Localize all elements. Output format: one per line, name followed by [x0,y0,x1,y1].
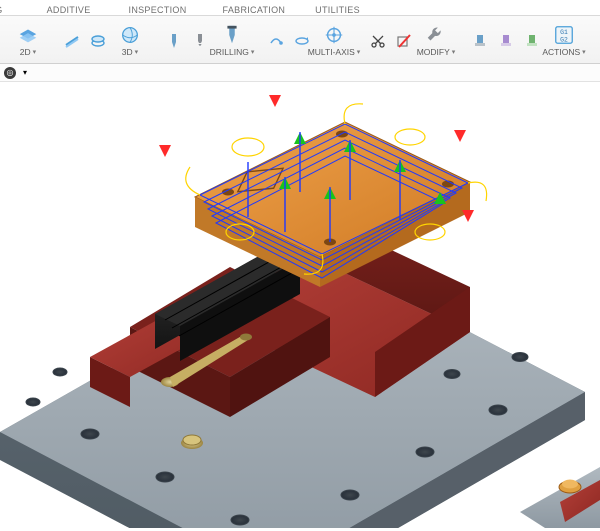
tab-inspection[interactable]: INSPECTION [125,5,191,15]
delete-slash-icon [396,33,412,49]
drilling-dropdown[interactable]: DRILLING [212,19,252,63]
multi-axis-dropdown[interactable]: MULTI-AXIS [314,19,354,63]
modify-del-button[interactable] [392,29,416,53]
swivel-icon [268,33,284,49]
action-2-button[interactable] [494,29,518,53]
drilling-main-icon [221,24,243,46]
modify-cut-button[interactable] [366,29,390,53]
multiaxis-icon [323,24,345,46]
drill-2-button[interactable] [188,29,212,53]
mill-a-icon [472,33,488,49]
action-1-button[interactable] [468,29,492,53]
svg-text:G2: G2 [560,36,568,43]
tab-truncated[interactable]: …G [0,5,7,15]
strategy-2-button[interactable] [86,29,110,53]
multiaxis-1-button[interactable] [264,29,288,53]
svg-text:G1: G1 [560,29,568,36]
cam-scene-svg [0,82,600,528]
mill-c-icon [524,33,540,49]
front-bolt [181,435,203,449]
strip-dropdown[interactable]: ▾ [20,67,30,79]
pocket-icon [90,33,106,49]
manage-1-button[interactable] [596,29,600,53]
actions-dropdown[interactable]: G1G2 ACTIONS [544,19,584,63]
tab-fabrication[interactable]: FABRICATION [219,5,290,15]
gcode-icon: G1G2 [553,24,575,46]
target-chip-button[interactable]: ◎ [4,67,16,79]
secondary-fixture [520,467,600,528]
tap-icon [192,33,208,49]
drill-1-button[interactable] [162,29,186,53]
layers-2d-icon [17,24,39,46]
tab-utilities[interactable]: UTILITIES [311,5,364,15]
three-d-dropdown[interactable]: 3D [110,19,150,63]
cam-viewport[interactable] [0,82,600,528]
ribbon-toolbar: 2D 3D DRILLING MULTI-AXIS [0,16,600,64]
mill-b-icon [498,33,514,49]
tab-additive[interactable]: ADDITIVE [43,5,95,15]
actions-label: ACTIONS [542,47,585,57]
two-d-label: 2D [20,47,36,57]
sphere-icon [119,24,141,46]
drilling-label: DRILLING [210,47,255,57]
scissors-icon [370,33,386,49]
parallel-icon [64,33,80,49]
modify-label: MODIFY [417,47,456,57]
secondary-toolbar: ◎ ▾ [0,64,600,82]
drill-icon [166,33,182,49]
two-d-dropdown[interactable]: 2D [8,19,48,63]
multi-axis-label: MULTI-AXIS [308,47,361,57]
three-d-label: 3D [122,47,138,57]
wrench-icon [425,24,447,46]
action-3-button[interactable] [520,29,544,53]
modify-dropdown[interactable]: MODIFY [416,19,456,63]
strategy-1-button[interactable] [60,29,84,53]
ribbon-tabs: …G ADDITIVE INSPECTION FABRICATION UTILI… [0,0,600,16]
